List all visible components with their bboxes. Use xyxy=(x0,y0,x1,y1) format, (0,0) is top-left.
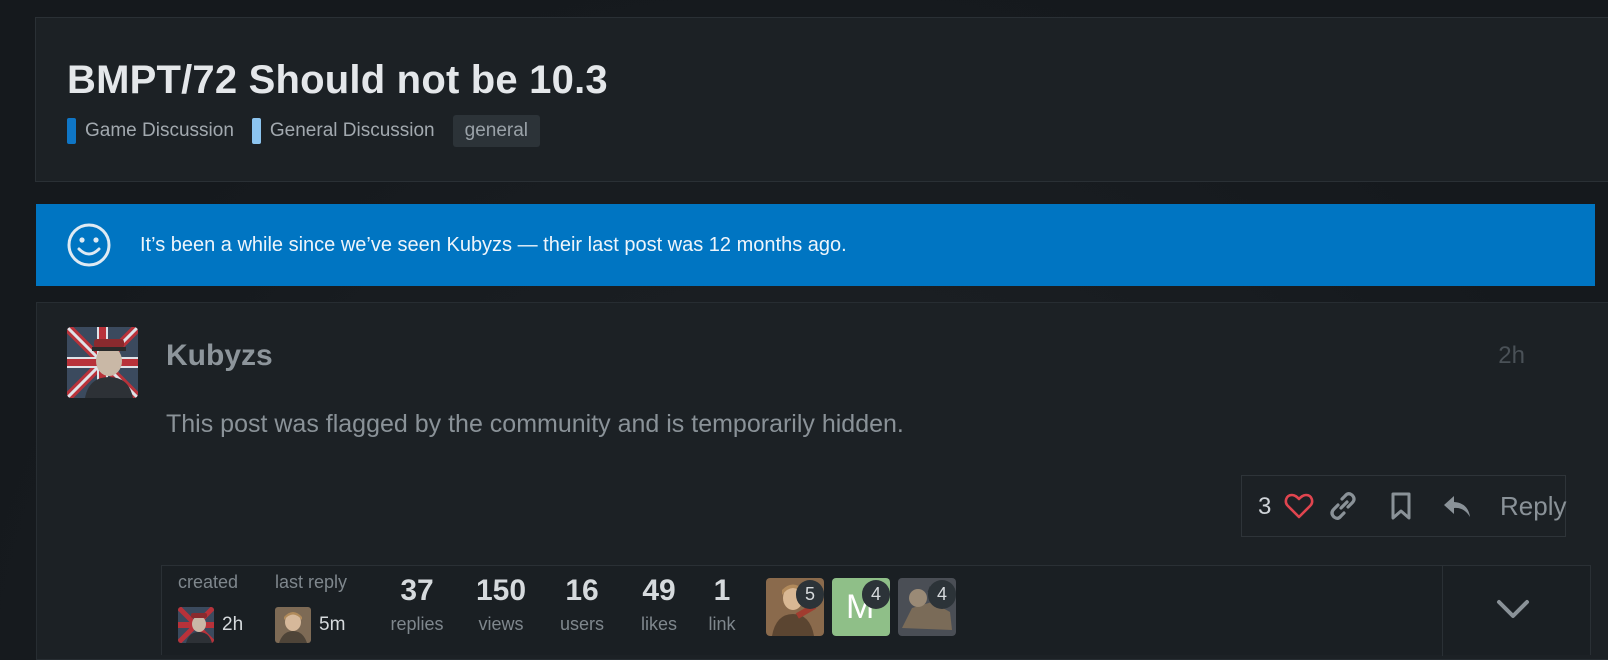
post-username[interactable]: Kubyzs xyxy=(166,339,273,373)
banner-text: It’s been a while since we’ve seen Kubyz… xyxy=(140,234,847,256)
topic-categories: Game Discussion General Discussion gener… xyxy=(67,115,541,147)
stat-label: users xyxy=(559,614,604,634)
stat-number: 150 xyxy=(475,574,527,607)
link-icon[interactable] xyxy=(1328,491,1358,521)
inactive-user-banner: It’s been a while since we’ve seen Kubyz… xyxy=(36,204,1595,286)
post: Kubyzs 2h This post was flagged by the c… xyxy=(36,302,1608,660)
category-swatch xyxy=(67,118,76,144)
last-reply-label: last reply xyxy=(275,572,348,592)
stat-number: 49 xyxy=(642,574,676,607)
avatar[interactable] xyxy=(275,607,311,643)
created-time: 2h xyxy=(222,614,244,635)
post-actions: 3 Reply xyxy=(1241,475,1566,537)
stat-label: likes xyxy=(640,614,677,634)
category-label: Game Discussion xyxy=(85,120,234,141)
stat-number: 37 xyxy=(400,574,434,607)
last-reply-time: 5m xyxy=(319,614,346,635)
like-count[interactable]: 3 xyxy=(1258,493,1271,521)
stat-number: 1 xyxy=(713,574,731,607)
bookmark-icon[interactable] xyxy=(1386,491,1416,521)
created-label: created xyxy=(178,572,239,592)
stat-label: views xyxy=(478,614,524,634)
stat-label: link xyxy=(708,614,736,634)
stat-link: 1 link xyxy=(702,574,742,635)
category-general-discussion[interactable]: General Discussion xyxy=(251,118,435,144)
stat-views: 150 views xyxy=(469,574,533,635)
avatar[interactable] xyxy=(67,327,138,398)
poster-post-count: 4 xyxy=(862,580,891,609)
reply-icon[interactable] xyxy=(1442,491,1472,521)
stat-label: replies xyxy=(390,614,444,634)
stat-replies: 37 replies xyxy=(384,574,450,635)
stat-likes: 49 likes xyxy=(634,574,684,635)
avatar[interactable] xyxy=(178,607,214,643)
topic-map: created 2h last reply 5m 37 replies 150 … xyxy=(161,565,1591,656)
topic-header: BMPT/72 Should not be 10.3 Game Discussi… xyxy=(35,17,1608,182)
divider xyxy=(1442,566,1443,656)
poster-post-count: 5 xyxy=(796,580,825,609)
created-info: created 2h xyxy=(178,572,243,643)
heart-icon[interactable] xyxy=(1284,491,1314,521)
topic-title[interactable]: BMPT/72 Should not be 10.3 xyxy=(67,58,608,103)
smile-icon xyxy=(67,223,111,267)
stat-users: 16 users xyxy=(554,574,610,635)
post-body: This post was flagged by the community a… xyxy=(166,410,904,438)
stat-number: 16 xyxy=(565,574,599,607)
category-game-discussion[interactable]: Game Discussion xyxy=(67,118,234,144)
category-swatch xyxy=(251,118,261,144)
tag-general[interactable]: general xyxy=(452,115,541,147)
chevron-down-icon[interactable] xyxy=(1495,596,1531,622)
poster-post-count: 4 xyxy=(928,580,957,609)
last-reply-info: last reply 5m xyxy=(275,572,347,643)
reply-button[interactable]: Reply xyxy=(1500,491,1566,522)
post-time[interactable]: 2h xyxy=(1498,342,1525,370)
category-label: General Discussion xyxy=(269,120,435,141)
